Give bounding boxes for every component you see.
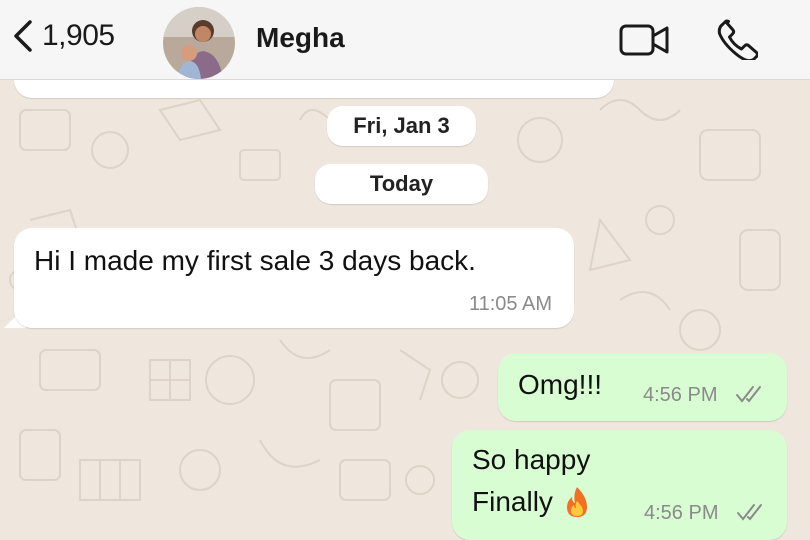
outgoing-message[interactable]: So happy Finally 4:56 PM xyxy=(452,430,787,540)
chat-header: 1,905 Megha xyxy=(0,0,810,80)
contact-name[interactable]: Megha xyxy=(256,22,345,54)
date-separator: Fri, Jan 3 xyxy=(327,106,476,146)
message-text-line: Finally xyxy=(472,485,591,519)
read-receipt-icon xyxy=(736,386,761,403)
message-time: 11:05 AM xyxy=(468,293,552,315)
incoming-message[interactable]: Hi I made my first sale 3 days back. 11:… xyxy=(14,228,574,328)
message-text: Finally xyxy=(472,486,553,517)
avatar[interactable] xyxy=(163,7,235,79)
back-button[interactable]: 1,905 xyxy=(8,16,115,56)
voice-call-button[interactable] xyxy=(716,18,759,63)
message-text: Omg!!! xyxy=(518,369,603,400)
message-time: 4:56 PM xyxy=(643,384,718,406)
avatar-photo xyxy=(163,7,235,79)
outgoing-message[interactable]: Omg!!! 4:56 PM xyxy=(498,353,787,421)
fire-icon xyxy=(566,487,587,517)
phone-icon xyxy=(717,19,759,63)
message-text-line: So happy xyxy=(472,444,591,475)
unread-count: 1,905 xyxy=(42,19,115,52)
message-text: Hi I made my first sale 3 days back. xyxy=(34,245,476,276)
read-receipt-icon xyxy=(737,504,762,521)
message-time: 4:56 PM xyxy=(644,502,719,524)
video-camera-icon xyxy=(619,24,669,56)
date-separator: Today xyxy=(315,164,488,204)
chevron-left-icon xyxy=(14,20,32,52)
video-call-button[interactable] xyxy=(619,22,671,58)
